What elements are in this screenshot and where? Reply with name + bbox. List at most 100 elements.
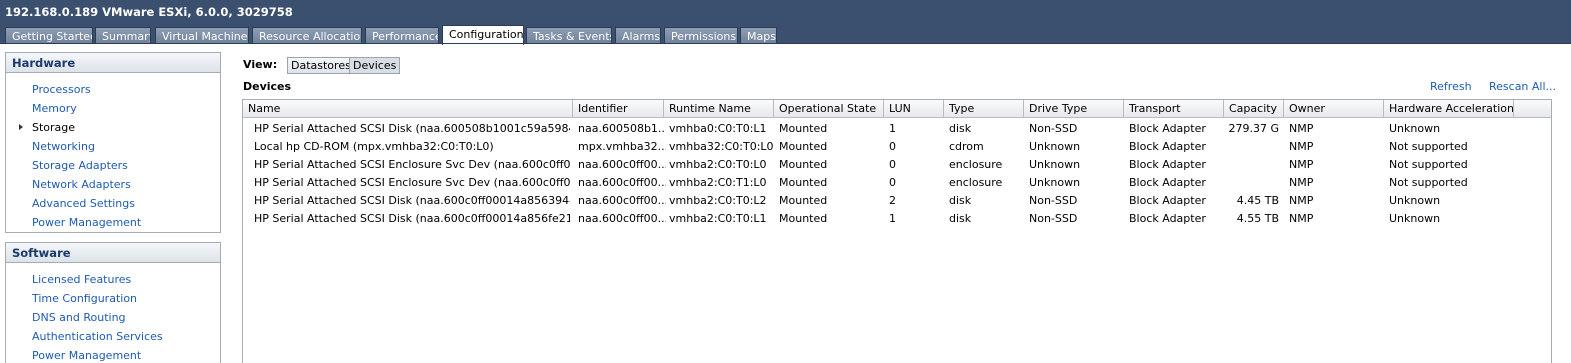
tab-resource-allocation[interactable]: Resource Allocation	[252, 27, 362, 44]
cell-transport: Block Adapter	[1129, 122, 1206, 135]
table-row[interactable]: HP Serial Attached SCSI Enclosure Svc De…	[243, 156, 1551, 174]
hardware-panel-title: Hardware	[6, 53, 220, 73]
software-panel: Software Licensed Features Time Configur…	[5, 242, 221, 363]
cell-operational-state: Mounted	[779, 194, 828, 207]
hardware-item-memory[interactable]: Memory	[32, 102, 77, 115]
column-header-operational-state[interactable]: Operational State	[774, 100, 884, 118]
table-row[interactable]: HP Serial Attached SCSI Disk (naa.600c0f…	[243, 210, 1551, 228]
refresh-link[interactable]: Refresh	[1430, 80, 1472, 93]
rescan-all-link[interactable]: Rescan All...	[1489, 80, 1556, 93]
column-header-name[interactable]: Name	[243, 100, 573, 118]
window-title: 192.168.0.189 VMware ESXi, 6.0.0, 302975…	[0, 0, 1571, 24]
tab-getting-started[interactable]: Getting Started	[5, 27, 93, 44]
hardware-item-power-management[interactable]: Power Management	[32, 216, 141, 229]
cell-operational-state: Mounted	[779, 176, 828, 189]
cell-capacity: 4.45 TB	[1236, 194, 1279, 207]
tab-virtual-machines[interactable]: Virtual Machines	[155, 27, 249, 44]
cell-type: disk	[949, 212, 972, 225]
tab-permissions[interactable]: Permissions	[664, 27, 738, 44]
cell-identifier: naa.600c0ff00...	[578, 176, 666, 189]
hardware-item-processors[interactable]: Processors	[32, 83, 91, 96]
cell-lun: 1	[889, 122, 896, 135]
cell-runtime-name: vmhba2:C0:T0:L1	[669, 212, 767, 225]
cell-drive-type: Unknown	[1029, 140, 1081, 153]
hardware-panel: Hardware Processors Memory Storage Netwo…	[5, 52, 221, 233]
cell-drive-type: Unknown	[1029, 158, 1081, 171]
tab-performance[interactable]: Performance	[365, 27, 439, 44]
cell-type: enclosure	[949, 176, 1003, 189]
software-panel-title: Software	[6, 243, 220, 263]
tab-strip-divider	[0, 43, 1571, 44]
cell-lun: 0	[889, 176, 896, 189]
table-row[interactable]: HP Serial Attached SCSI Disk (naa.600c0f…	[243, 192, 1551, 210]
hardware-item-storage-adapters[interactable]: Storage Adapters	[32, 159, 128, 172]
cell-transport: Block Adapter	[1129, 158, 1206, 171]
hardware-item-storage[interactable]: Storage	[32, 121, 75, 134]
cell-hardware-acceleration: Unknown	[1389, 122, 1441, 135]
column-header-owner[interactable]: Owner	[1284, 100, 1384, 118]
devices-heading: Devices	[243, 80, 292, 93]
cell-runtime-name: vmhba2:C0:T0:L0	[669, 158, 767, 171]
cell-operational-state: Mounted	[779, 140, 828, 153]
cell-name: Local hp CD-ROM (mpx.vmhba32:C0:T0:L0)	[254, 140, 494, 153]
cell-hardware-acceleration: Unknown	[1389, 194, 1441, 207]
cell-lun: 1	[889, 212, 896, 225]
cell-hardware-acceleration: Unknown	[1389, 212, 1441, 225]
cell-runtime-name: vmhba2:C0:T0:L2	[669, 194, 767, 207]
cell-operational-state: Mounted	[779, 212, 828, 225]
column-header-capacity[interactable]: Capacity	[1224, 100, 1284, 118]
software-item-dns-routing[interactable]: DNS and Routing	[32, 311, 126, 324]
table-row[interactable]: HP Serial Attached SCSI Enclosure Svc De…	[243, 174, 1551, 192]
tab-configuration[interactable]: Configuration	[442, 25, 524, 45]
software-item-licensed-features[interactable]: Licensed Features	[32, 273, 131, 286]
cell-owner: NMP	[1289, 140, 1314, 153]
cell-type: enclosure	[949, 158, 1003, 171]
cell-owner: NMP	[1289, 212, 1314, 225]
column-header-hardware-acceleration[interactable]: Hardware Acceleration	[1384, 100, 1514, 118]
cell-name: HP Serial Attached SCSI Disk (naa.600c0f…	[254, 194, 570, 207]
column-header-lun[interactable]: LUN	[884, 100, 944, 118]
cell-type: disk	[949, 194, 972, 207]
software-item-time-configuration[interactable]: Time Configuration	[32, 292, 137, 305]
view-datastores-button[interactable]: Datastores	[287, 57, 355, 74]
cell-name: HP Serial Attached SCSI Enclosure Svc De…	[254, 158, 570, 171]
column-header-identifier[interactable]: Identifier	[573, 100, 664, 118]
tab-tasks-events[interactable]: Tasks & Events	[526, 27, 612, 44]
cell-identifier: naa.600c0ff00...	[578, 212, 666, 225]
cell-hardware-acceleration: Not supported	[1389, 158, 1468, 171]
column-header-runtime-name[interactable]: Runtime Name	[664, 100, 774, 118]
software-item-power-management[interactable]: Power Management	[32, 349, 141, 362]
cell-drive-type: Non-SSD	[1029, 212, 1078, 225]
cell-lun: 0	[889, 140, 896, 153]
table-row[interactable]: HP Serial Attached SCSI Disk (naa.600508…	[243, 120, 1551, 138]
cell-owner: NMP	[1289, 122, 1314, 135]
cell-capacity: 4.55 TB	[1236, 212, 1279, 225]
cell-lun: 0	[889, 158, 896, 171]
cell-capacity: 279.37 G	[1228, 122, 1279, 135]
tab-maps[interactable]: Maps	[740, 27, 777, 44]
cell-operational-state: Mounted	[779, 158, 828, 171]
cell-name: HP Serial Attached SCSI Disk (naa.600508…	[254, 122, 570, 135]
cell-hardware-acceleration: Not supported	[1389, 140, 1468, 153]
column-header-transport[interactable]: Transport	[1124, 100, 1224, 118]
hardware-item-network-adapters[interactable]: Network Adapters	[32, 178, 131, 191]
cell-identifier: naa.600c0ff00...	[578, 158, 666, 171]
tab-summary[interactable]: Summary	[95, 27, 151, 44]
column-header-type[interactable]: Type	[944, 100, 1024, 118]
cell-type: disk	[949, 122, 972, 135]
cell-name: HP Serial Attached SCSI Enclosure Svc De…	[254, 176, 570, 189]
software-item-authentication-services[interactable]: Authentication Services	[32, 330, 163, 343]
cell-drive-type: Non-SSD	[1029, 194, 1078, 207]
cell-drive-type: Non-SSD	[1029, 122, 1078, 135]
view-devices-button[interactable]: Devices	[349, 57, 401, 74]
cell-identifier: mpx.vmhba32...	[578, 140, 666, 153]
column-header-drive-type[interactable]: Drive Type	[1024, 100, 1124, 118]
cell-type: cdrom	[949, 140, 984, 153]
tab-alarms[interactable]: Alarms	[615, 27, 661, 44]
cell-name: HP Serial Attached SCSI Disk (naa.600c0f…	[254, 212, 570, 225]
table-row[interactable]: Local hp CD-ROM (mpx.vmhba32:C0:T0:L0) mp…	[243, 138, 1551, 156]
cell-runtime-name: vmhba32:C0:T0:L0	[669, 140, 774, 153]
hardware-item-advanced-settings[interactable]: Advanced Settings	[32, 197, 135, 210]
hardware-item-networking[interactable]: Networking	[32, 140, 95, 153]
cell-owner: NMP	[1289, 158, 1314, 171]
